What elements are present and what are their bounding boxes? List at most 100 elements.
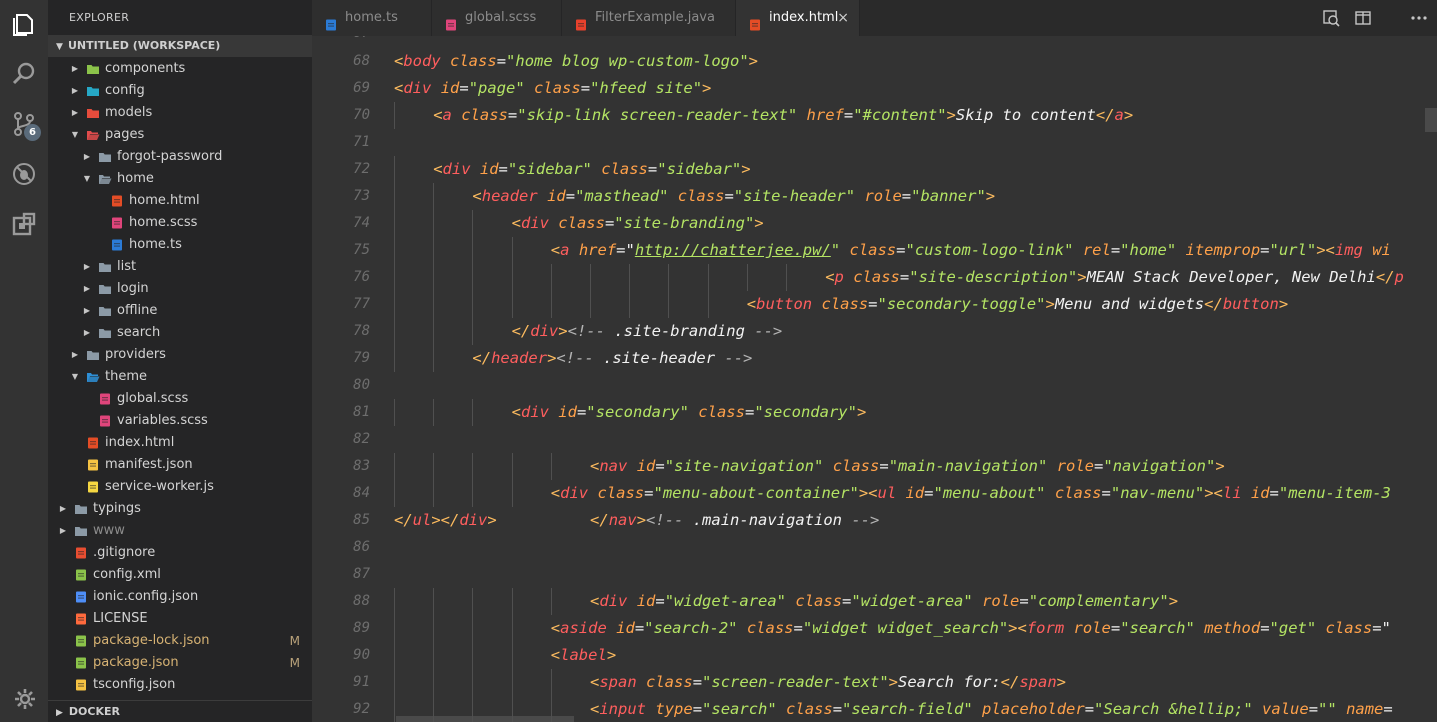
debug-icon[interactable]: [10, 160, 38, 188]
tree-folder-theme[interactable]: ▼ theme: [48, 366, 312, 388]
code-token: ul: [412, 511, 432, 529]
indent-guide: [707, 264, 709, 291]
chevron-right-icon[interactable]: ▶: [82, 322, 92, 344]
code-token: <: [590, 457, 600, 475]
code-token: =: [507, 106, 518, 124]
chevron-right-icon[interactable]: ▶: [58, 520, 68, 542]
workspace-header[interactable]: ▼ UNTITLED (WORKSPACE): [48, 35, 312, 57]
settings-gear-icon[interactable]: [12, 686, 38, 712]
tree-folder-config[interactable]: ▶ config: [48, 80, 312, 102]
code-token: </: [394, 511, 413, 529]
tree-file-gitignore[interactable]: .gitignore: [48, 542, 312, 564]
close-icon[interactable]: ×: [837, 0, 849, 36]
code-token: "search-field": [842, 700, 973, 718]
code-line: 76 <p class="site-description">MEAN Stack…: [312, 264, 1437, 291]
code-token: =: [459, 79, 469, 97]
tree-folder-search[interactable]: ▶ search: [48, 322, 312, 344]
code-text: </div><!-- .site-branding -->: [512, 318, 783, 345]
tree-file-variables-scss[interactable]: variables.scss: [48, 410, 312, 432]
code-token: =: [899, 268, 910, 286]
tree-folder-typings[interactable]: ▶ typings: [48, 498, 312, 520]
chevron-down-icon[interactable]: ▼: [70, 124, 80, 146]
files-icon[interactable]: [10, 10, 38, 38]
tree-file-ionic-config-json[interactable]: ionic.config.json: [48, 586, 312, 608]
code-token: =: [644, 484, 654, 502]
tree-file-license[interactable]: LICENSE: [48, 608, 312, 630]
indent-guide: [433, 183, 435, 210]
tree-file-manifest-json[interactable]: manifest.json: [48, 454, 312, 476]
tab-global-scss[interactable]: global.scss: [432, 0, 562, 36]
tree-folder-list[interactable]: ▶ list: [48, 256, 312, 278]
code-token: role: [1056, 457, 1095, 475]
code-token: "skip-link screen-reader-text": [517, 106, 798, 124]
html-file-icon: [748, 11, 762, 31]
chevron-right-icon[interactable]: ▶: [70, 80, 80, 102]
tree-folder-pages[interactable]: ▼ pages: [48, 124, 312, 146]
docker-section-header[interactable]: ▶ DOCKER: [48, 700, 312, 722]
code-editor[interactable]: 67 68<body class="home blog wp-custom-lo…: [312, 36, 1437, 722]
chevron-down-icon[interactable]: ▼: [82, 168, 92, 190]
chevron-right-icon[interactable]: ▶: [70, 344, 80, 366]
split-editor-icon[interactable]: [1354, 9, 1372, 27]
chevron-right-icon[interactable]: ▶: [82, 146, 92, 168]
tree-folder-models[interactable]: ▶ models: [48, 102, 312, 124]
code-token: a: [442, 106, 452, 124]
code-line: 81 <div id="secondary" class="secondary">: [312, 399, 1437, 426]
tab-index-html[interactable]: index.html ×: [736, 0, 860, 36]
code-token: >: [748, 52, 759, 70]
indent-guide: [511, 642, 513, 669]
search-icon[interactable]: [10, 60, 38, 88]
tree-folder-providers[interactable]: ▶ providers: [48, 344, 312, 366]
line-number: 79: [353, 350, 370, 366]
chevron-right-icon[interactable]: ▶: [82, 256, 92, 278]
tree-file-tsconfig-json[interactable]: tsconfig.json: [48, 674, 312, 696]
chevron-right-icon[interactable]: ▶: [82, 300, 92, 322]
code-token: role: [982, 592, 1020, 610]
indent-guide: [668, 264, 670, 291]
tab-home-ts[interactable]: home.ts: [312, 0, 432, 36]
code-token: href: [578, 241, 617, 259]
indent-guide: [590, 291, 591, 318]
chevron-right-icon[interactable]: ▶: [58, 498, 68, 520]
tree-file-home-ts[interactable]: home.ts: [48, 234, 312, 256]
chevron-down-icon[interactable]: ▼: [70, 366, 80, 388]
tree-file-package-lock-json[interactable]: package-lock.json M: [48, 630, 312, 652]
more-actions-icon[interactable]: [1410, 9, 1428, 27]
indent-guide: [394, 399, 395, 426]
code-token: class: [746, 619, 794, 637]
tree-file-global-scss[interactable]: global.scss: [48, 388, 312, 410]
tree-file-service-worker-js[interactable]: service-worker.js: [48, 476, 312, 498]
tree-file-package-json[interactable]: package.json M: [48, 652, 312, 674]
tree-folder-components[interactable]: ▶ components: [48, 58, 312, 80]
indent-guide: [394, 237, 395, 264]
open-changes-icon[interactable]: [1322, 9, 1340, 27]
tab-filterexample-java[interactable]: FilterExample.java: [562, 0, 736, 36]
tree-file-home-html[interactable]: home.html: [48, 190, 312, 212]
chevron-right-icon[interactable]: ▶: [70, 58, 80, 80]
code-text: </header><!-- .site-header -->: [472, 345, 752, 372]
extensions-icon[interactable]: [10, 210, 38, 238]
tree-file-home-scss[interactable]: home.scss: [48, 212, 312, 234]
code-token: =: [647, 160, 658, 178]
tree-file-config-xml[interactable]: config.xml: [48, 564, 312, 586]
tree-file-index-html[interactable]: index.html: [48, 432, 312, 454]
tree-folder-forgot-password[interactable]: ▶ forgot-password: [48, 146, 312, 168]
chevron-right-icon[interactable]: ▶: [70, 102, 80, 124]
indent-guide: [394, 183, 395, 210]
chevron-right-icon[interactable]: ▶: [82, 278, 92, 300]
tree-folder-www[interactable]: ▶ www: [48, 520, 312, 542]
indent-guide: [786, 264, 787, 291]
html-file-icon: [110, 194, 124, 208]
code-text: <button class="secondary-toggle">Menu an…: [747, 291, 1288, 318]
code-token: id: [440, 79, 460, 97]
indent-guide: [550, 264, 552, 291]
tree-folder-offline[interactable]: ▶ offline: [48, 300, 312, 322]
tree-folder-login[interactable]: ▶ login: [48, 278, 312, 300]
code-token: "screen-reader-text": [702, 673, 889, 691]
code-token: =: [604, 214, 615, 232]
tree-folder-home[interactable]: ▼ home: [48, 168, 312, 190]
